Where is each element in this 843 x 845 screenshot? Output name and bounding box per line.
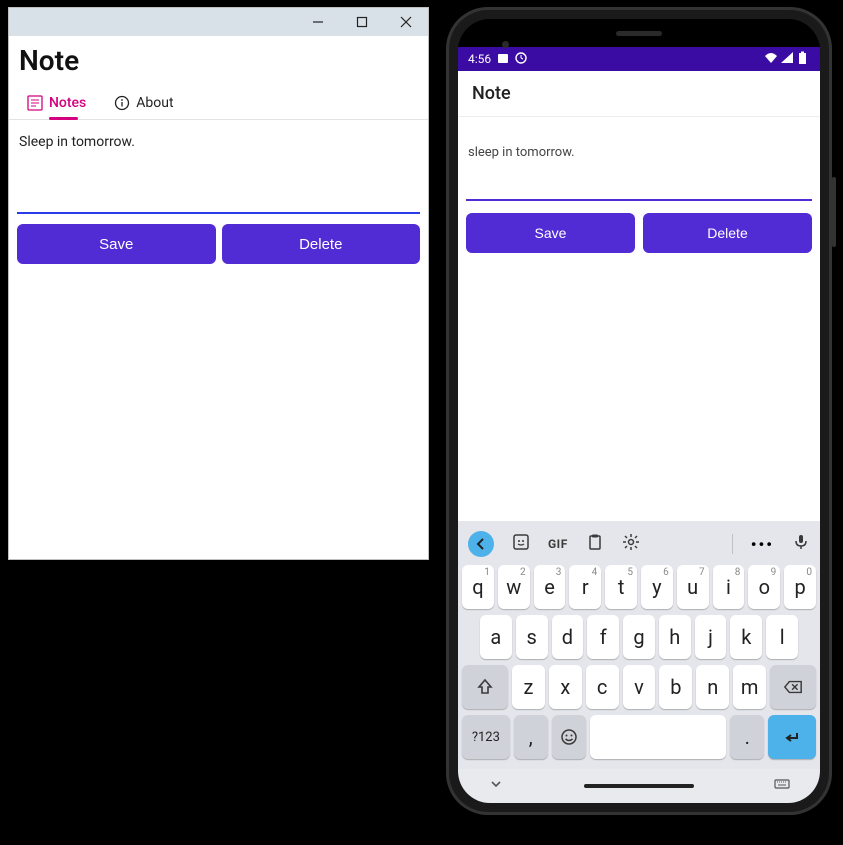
tab-notes[interactable]: Notes — [27, 95, 86, 119]
key-j[interactable]: j — [695, 615, 727, 659]
key-g[interactable]: g — [623, 615, 655, 659]
key-p[interactable]: p0 — [784, 565, 816, 609]
key-t[interactable]: t5 — [605, 565, 637, 609]
kb-clipboard-icon[interactable] — [586, 533, 604, 555]
key-u[interactable]: u7 — [677, 565, 709, 609]
phone-content: Save Delete — [458, 117, 820, 521]
tab-strip: Notes About — [9, 81, 428, 120]
phone-save-button[interactable]: Save — [466, 213, 635, 253]
android-nav-bar — [458, 769, 820, 803]
app-header: Note — [9, 36, 428, 81]
kb-back-icon[interactable] — [468, 531, 494, 557]
key-n[interactable]: n — [696, 665, 729, 709]
note-editor-area: Save Delete — [9, 120, 428, 272]
info-icon — [114, 95, 130, 111]
status-time: 4:56 — [468, 52, 491, 66]
keyboard-row-3: zxcvbnm — [462, 665, 816, 709]
save-button[interactable]: Save — [17, 224, 216, 264]
key-a[interactable]: a — [480, 615, 512, 659]
phone-screen: 4:56 Note — [458, 19, 820, 803]
tab-about-label: About — [136, 95, 173, 111]
key-symbols[interactable]: ?123 — [462, 715, 510, 759]
battery-icon — [796, 51, 810, 68]
kb-sticker-icon[interactable] — [512, 533, 530, 555]
key-r[interactable]: r4 — [569, 565, 601, 609]
kb-settings-icon[interactable] — [622, 533, 640, 555]
key-s[interactable]: s — [516, 615, 548, 659]
key-m[interactable]: m — [733, 665, 766, 709]
page-title: Note — [19, 44, 418, 77]
key-k[interactable]: k — [730, 615, 762, 659]
key-backspace[interactable] — [770, 665, 816, 709]
key-h[interactable]: h — [659, 615, 691, 659]
nav-home-pill[interactable] — [584, 784, 694, 788]
key-z[interactable]: z — [512, 665, 545, 709]
maximize-button[interactable] — [340, 8, 384, 36]
close-button[interactable] — [384, 8, 428, 36]
key-x[interactable]: x — [549, 665, 582, 709]
tab-notes-label: Notes — [49, 95, 86, 111]
key-comma[interactable]: , — [514, 715, 548, 759]
notes-icon — [27, 95, 43, 111]
kb-toolbar-divider — [732, 534, 733, 554]
window-titlebar — [9, 8, 428, 36]
key-l[interactable]: l — [766, 615, 798, 659]
key-q[interactable]: q1 — [462, 565, 494, 609]
phone-note-text-input[interactable] — [466, 125, 812, 201]
button-row: Save Delete — [17, 224, 420, 264]
key-f[interactable]: f — [587, 615, 619, 659]
soft-keyboard: GIF ••• q1w2e3r4t5y6u7i8o9p0 — [458, 521, 820, 769]
delete-button[interactable]: Delete — [222, 224, 421, 264]
nav-chevron-icon[interactable] — [488, 776, 504, 796]
key-period[interactable]: . — [730, 715, 764, 759]
phone-notch — [458, 19, 820, 47]
phone-device-frame: 4:56 Note — [446, 7, 832, 815]
minimize-button[interactable] — [296, 8, 340, 36]
key-d[interactable]: d — [552, 615, 584, 659]
keyboard-row-1: q1w2e3r4t5y6u7i8o9p0 — [462, 565, 816, 609]
status-app-icon — [497, 52, 509, 67]
kb-more-icon[interactable]: ••• — [751, 535, 774, 554]
kb-gif-button[interactable]: GIF — [548, 537, 568, 551]
wifi-icon — [764, 51, 778, 68]
phone-delete-button[interactable]: Delete — [643, 213, 812, 253]
key-o[interactable]: o9 — [748, 565, 780, 609]
key-i[interactable]: i8 — [713, 565, 745, 609]
key-w[interactable]: w2 — [498, 565, 530, 609]
kb-mic-icon[interactable] — [792, 533, 810, 555]
keyboard-toolbar: GIF ••• — [462, 527, 816, 565]
key-e[interactable]: e3 — [534, 565, 566, 609]
keyboard-row-4: ?123 , . — [462, 715, 816, 759]
desktop-window: Note Notes About Save Delete — [8, 7, 429, 560]
key-y[interactable]: y6 — [641, 565, 673, 609]
key-emoji[interactable] — [552, 715, 586, 759]
phone-page-title: Note — [472, 83, 511, 104]
phone-power-button — [832, 177, 836, 247]
nav-keyboard-switch-icon[interactable] — [774, 776, 790, 796]
key-v[interactable]: v — [623, 665, 656, 709]
camera-dot — [502, 41, 509, 48]
key-c[interactable]: c — [586, 665, 619, 709]
keyboard-row-2: asdfghjkl — [462, 615, 816, 659]
phone-app-bar: Note — [458, 71, 820, 117]
phone-button-row: Save Delete — [466, 213, 812, 253]
key-shift[interactable] — [462, 665, 508, 709]
signal-icon — [780, 51, 794, 68]
key-space[interactable] — [590, 715, 726, 759]
tab-about[interactable]: About — [114, 95, 173, 119]
status-clock-icon — [515, 52, 527, 67]
note-text-input[interactable] — [17, 128, 420, 214]
speaker-grille — [616, 31, 662, 36]
key-enter[interactable] — [768, 715, 816, 759]
key-b[interactable]: b — [659, 665, 692, 709]
status-bar: 4:56 — [458, 47, 820, 71]
